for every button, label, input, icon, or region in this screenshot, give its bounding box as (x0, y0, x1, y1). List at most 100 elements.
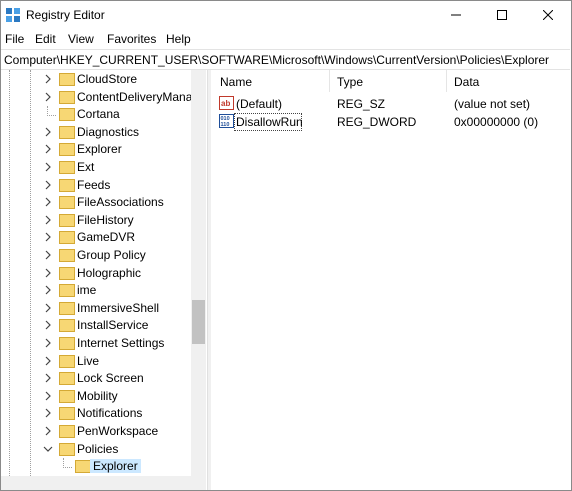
tree-item[interactable]: Policies (1, 441, 191, 458)
tree-item-label: Cortana (77, 107, 120, 122)
menu-edit[interactable]: Edit (35, 32, 56, 46)
tree-item-label: InstallService (77, 318, 149, 333)
tree-item-label: Explorer (77, 142, 122, 157)
folder-icon (59, 125, 75, 139)
tree-item[interactable]: Diagnostics (1, 124, 191, 141)
menu-view[interactable]: View (68, 32, 94, 46)
chevron-right-icon[interactable] (43, 162, 53, 172)
folder-icon (59, 425, 75, 438)
folder-icon (59, 213, 75, 227)
tree-item[interactable]: Feeds (1, 177, 191, 194)
values-list-pane[interactable]: Name Type Data ab (Default) REG_SZ (valu… (211, 70, 571, 490)
folder-icon (59, 319, 75, 333)
tree-item[interactable]: GameDVR (1, 229, 191, 246)
chevron-down-icon[interactable] (43, 444, 53, 454)
value-data: 0x00000000 (0) (454, 115, 539, 129)
column-separator[interactable] (446, 70, 447, 92)
tree-item[interactable]: FileHistory (1, 212, 191, 229)
folder-icon (59, 143, 75, 157)
tree-item[interactable]: InstallService (1, 317, 191, 334)
folder-icon (59, 90, 75, 104)
tree-item[interactable]: PenWorkspace (1, 423, 191, 440)
minimize-icon (451, 14, 461, 16)
tree-item-label: FileHistory (77, 212, 134, 227)
tree-item-label: ImmersiveShell (77, 300, 160, 315)
chevron-right-icon[interactable] (43, 356, 53, 366)
chevron-right-icon[interactable] (43, 232, 53, 242)
chevron-right-icon[interactable] (43, 426, 53, 436)
address-bar[interactable]: Computer\HKEY_CURRENT_USER\SOFTWARE\Micr… (1, 49, 570, 70)
folder-icon (59, 73, 75, 86)
title-bar[interactable]: Registry Editor (1, 1, 571, 29)
folder-icon (59, 354, 75, 368)
tree-item[interactable]: Group Policy (1, 247, 191, 264)
tree-item[interactable]: Live (1, 353, 191, 370)
tree-item[interactable]: ContentDeliveryMana (1, 89, 192, 106)
tree-item[interactable]: Internet Settings (1, 335, 191, 352)
tree-item-label: Holographic (77, 265, 142, 280)
folder-icon (59, 161, 75, 174)
tree-item[interactable]: Notifications (1, 405, 191, 422)
tree-horizontal-scrollbar[interactable] (1, 476, 206, 490)
tree-item[interactable]: ime (1, 282, 191, 299)
chevron-right-icon[interactable] (43, 215, 53, 225)
chevron-right-icon[interactable] (43, 338, 53, 348)
column-header-type[interactable]: Type (337, 75, 363, 89)
chevron-right-icon[interactable] (43, 197, 53, 207)
tree-item[interactable]: Explorer (1, 458, 191, 475)
value-row[interactable]: 010 110 DisallowRun REG_DWORD 0x00000000… (211, 113, 571, 131)
folder-icon (59, 178, 75, 192)
tree-item[interactable]: FileAssociations (1, 194, 191, 211)
column-separator[interactable] (329, 70, 330, 92)
tree-item-label: Mobility (77, 388, 118, 403)
svg-text:110: 110 (221, 122, 230, 128)
column-header-name[interactable]: Name (220, 75, 252, 89)
tree-item-label: Internet Settings (77, 336, 165, 350)
chevron-right-icon[interactable] (43, 408, 53, 418)
folder-icon (59, 266, 75, 280)
close-button[interactable] (525, 1, 571, 29)
tree-item[interactable]: Holographic (1, 265, 191, 282)
minimize-button[interactable] (433, 1, 479, 29)
tree-item[interactable]: Mobility (1, 388, 191, 405)
chevron-right-icon[interactable] (43, 373, 53, 383)
chevron-right-icon[interactable] (43, 250, 53, 260)
close-icon (543, 10, 553, 20)
folder-icon (75, 460, 91, 474)
chevron-right-icon[interactable] (43, 303, 53, 313)
chevron-right-icon[interactable] (43, 320, 53, 330)
string-value-icon: ab (219, 96, 234, 110)
tree-item[interactable]: Explorer (1, 141, 191, 158)
tree-item-label: Explorer (90, 459, 141, 474)
tree-item[interactable]: Cortana (1, 106, 191, 123)
column-header-data[interactable]: Data (454, 75, 479, 89)
chevron-right-icon[interactable] (43, 180, 53, 190)
menu-file[interactable]: File (5, 32, 24, 46)
tree-scrollbar-thumb[interactable] (192, 300, 205, 344)
tree-item[interactable]: Lock Screen (1, 370, 191, 387)
registry-editor-app-icon (6, 8, 20, 22)
menu-help[interactable]: Help (166, 32, 191, 46)
chevron-right-icon[interactable] (43, 127, 53, 137)
chevron-right-icon[interactable] (43, 285, 53, 295)
tree-item[interactable]: Ext (1, 159, 191, 176)
chevron-right-icon[interactable] (43, 92, 53, 102)
value-name: DisallowRun (236, 115, 303, 129)
address-path[interactable]: Computer\HKEY_CURRENT_USER\SOFTWARE\Micr… (4, 53, 549, 67)
chevron-right-icon[interactable] (43, 144, 53, 154)
chevron-right-icon[interactable] (43, 74, 53, 84)
tree-item-label: Group Policy (77, 248, 146, 262)
maximize-button[interactable] (479, 1, 525, 29)
value-type: REG_DWORD (337, 115, 417, 129)
chevron-right-icon[interactable] (43, 268, 53, 278)
tree-item[interactable]: ImmersiveShell (1, 300, 191, 317)
chevron-right-icon[interactable] (43, 391, 53, 401)
value-row[interactable]: ab (Default) REG_SZ (value not set) (211, 95, 571, 113)
menu-favorites[interactable]: Favorites (107, 32, 156, 46)
tree-connector (47, 106, 56, 117)
tree-item[interactable]: CloudStore (1, 71, 191, 88)
value-type: REG_SZ (337, 97, 386, 111)
tree-item-label: GameDVR (77, 230, 136, 245)
key-tree-pane[interactable]: CloudStore ContentDeliveryMana Cortana Diag… (1, 70, 207, 476)
tree-vertical-scrollbar[interactable] (191, 70, 206, 476)
